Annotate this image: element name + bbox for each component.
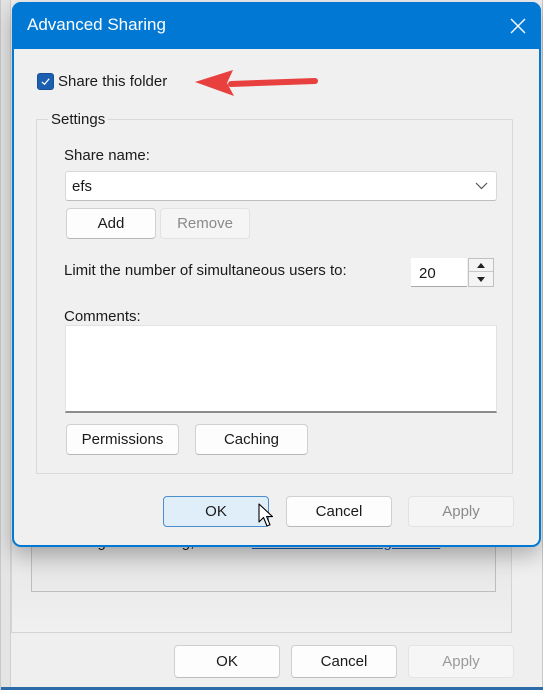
triangle-down-icon <box>477 277 485 282</box>
share-name-combobox[interactable]: efs <box>65 171 497 201</box>
share-name-label: Share name: <box>64 147 150 164</box>
spin-down-button[interactable] <box>469 273 493 286</box>
title-bar[interactable]: Advanced Sharing <box>12 2 541 49</box>
close-button[interactable] <box>495 2 541 49</box>
ok-button[interactable]: OK <box>163 496 269 527</box>
settings-legend: Settings <box>48 111 109 128</box>
apply-button: Apply <box>408 496 514 527</box>
add-button[interactable]: Add <box>66 208 156 239</box>
red-arrow-annotation <box>195 70 318 96</box>
window-edge <box>1 0 11 690</box>
background-cancel-button[interactable]: Cancel <box>291 645 397 678</box>
dialog-body: Share this folder Settings Share name: e… <box>14 49 539 545</box>
advanced-sharing-dialog: Advanced Sharing Share this folder Setti… <box>12 2 541 547</box>
comments-textarea[interactable] <box>65 325 497 413</box>
checkmark-icon <box>41 78 50 86</box>
permissions-button[interactable]: Permissions <box>66 424 179 455</box>
triangle-up-icon <box>477 262 485 268</box>
spin-up-button[interactable] <box>469 259 493 272</box>
user-limit-label: Limit the number of simultaneous users t… <box>64 262 347 279</box>
settings-groupbox: Settings Share name: efs Add Remove Limi… <box>36 111 513 474</box>
share-folder-checkbox-row[interactable]: Share this folder <box>37 73 167 90</box>
spin-buttons <box>468 258 494 287</box>
comments-label: Comments: <box>64 308 141 325</box>
share-folder-label[interactable]: Share this folder <box>58 73 167 90</box>
remove-button: Remove <box>160 208 250 239</box>
background-ok-button[interactable]: OK <box>174 645 280 678</box>
cancel-button[interactable]: Cancel <box>286 496 392 527</box>
user-limit-spinner[interactable]: 20 <box>411 258 495 287</box>
share-name-value[interactable]: efs <box>72 178 92 195</box>
caching-button[interactable]: Caching <box>195 424 308 455</box>
share-folder-checkbox[interactable] <box>37 73 54 90</box>
dialog-title: Advanced Sharing <box>27 15 166 34</box>
close-icon <box>510 18 526 33</box>
mouse-pointer-icon <box>258 503 274 527</box>
chevron-down-icon[interactable] <box>475 181 488 191</box>
user-limit-input[interactable]: 20 <box>411 258 467 287</box>
background-apply-button: Apply <box>408 645 514 678</box>
